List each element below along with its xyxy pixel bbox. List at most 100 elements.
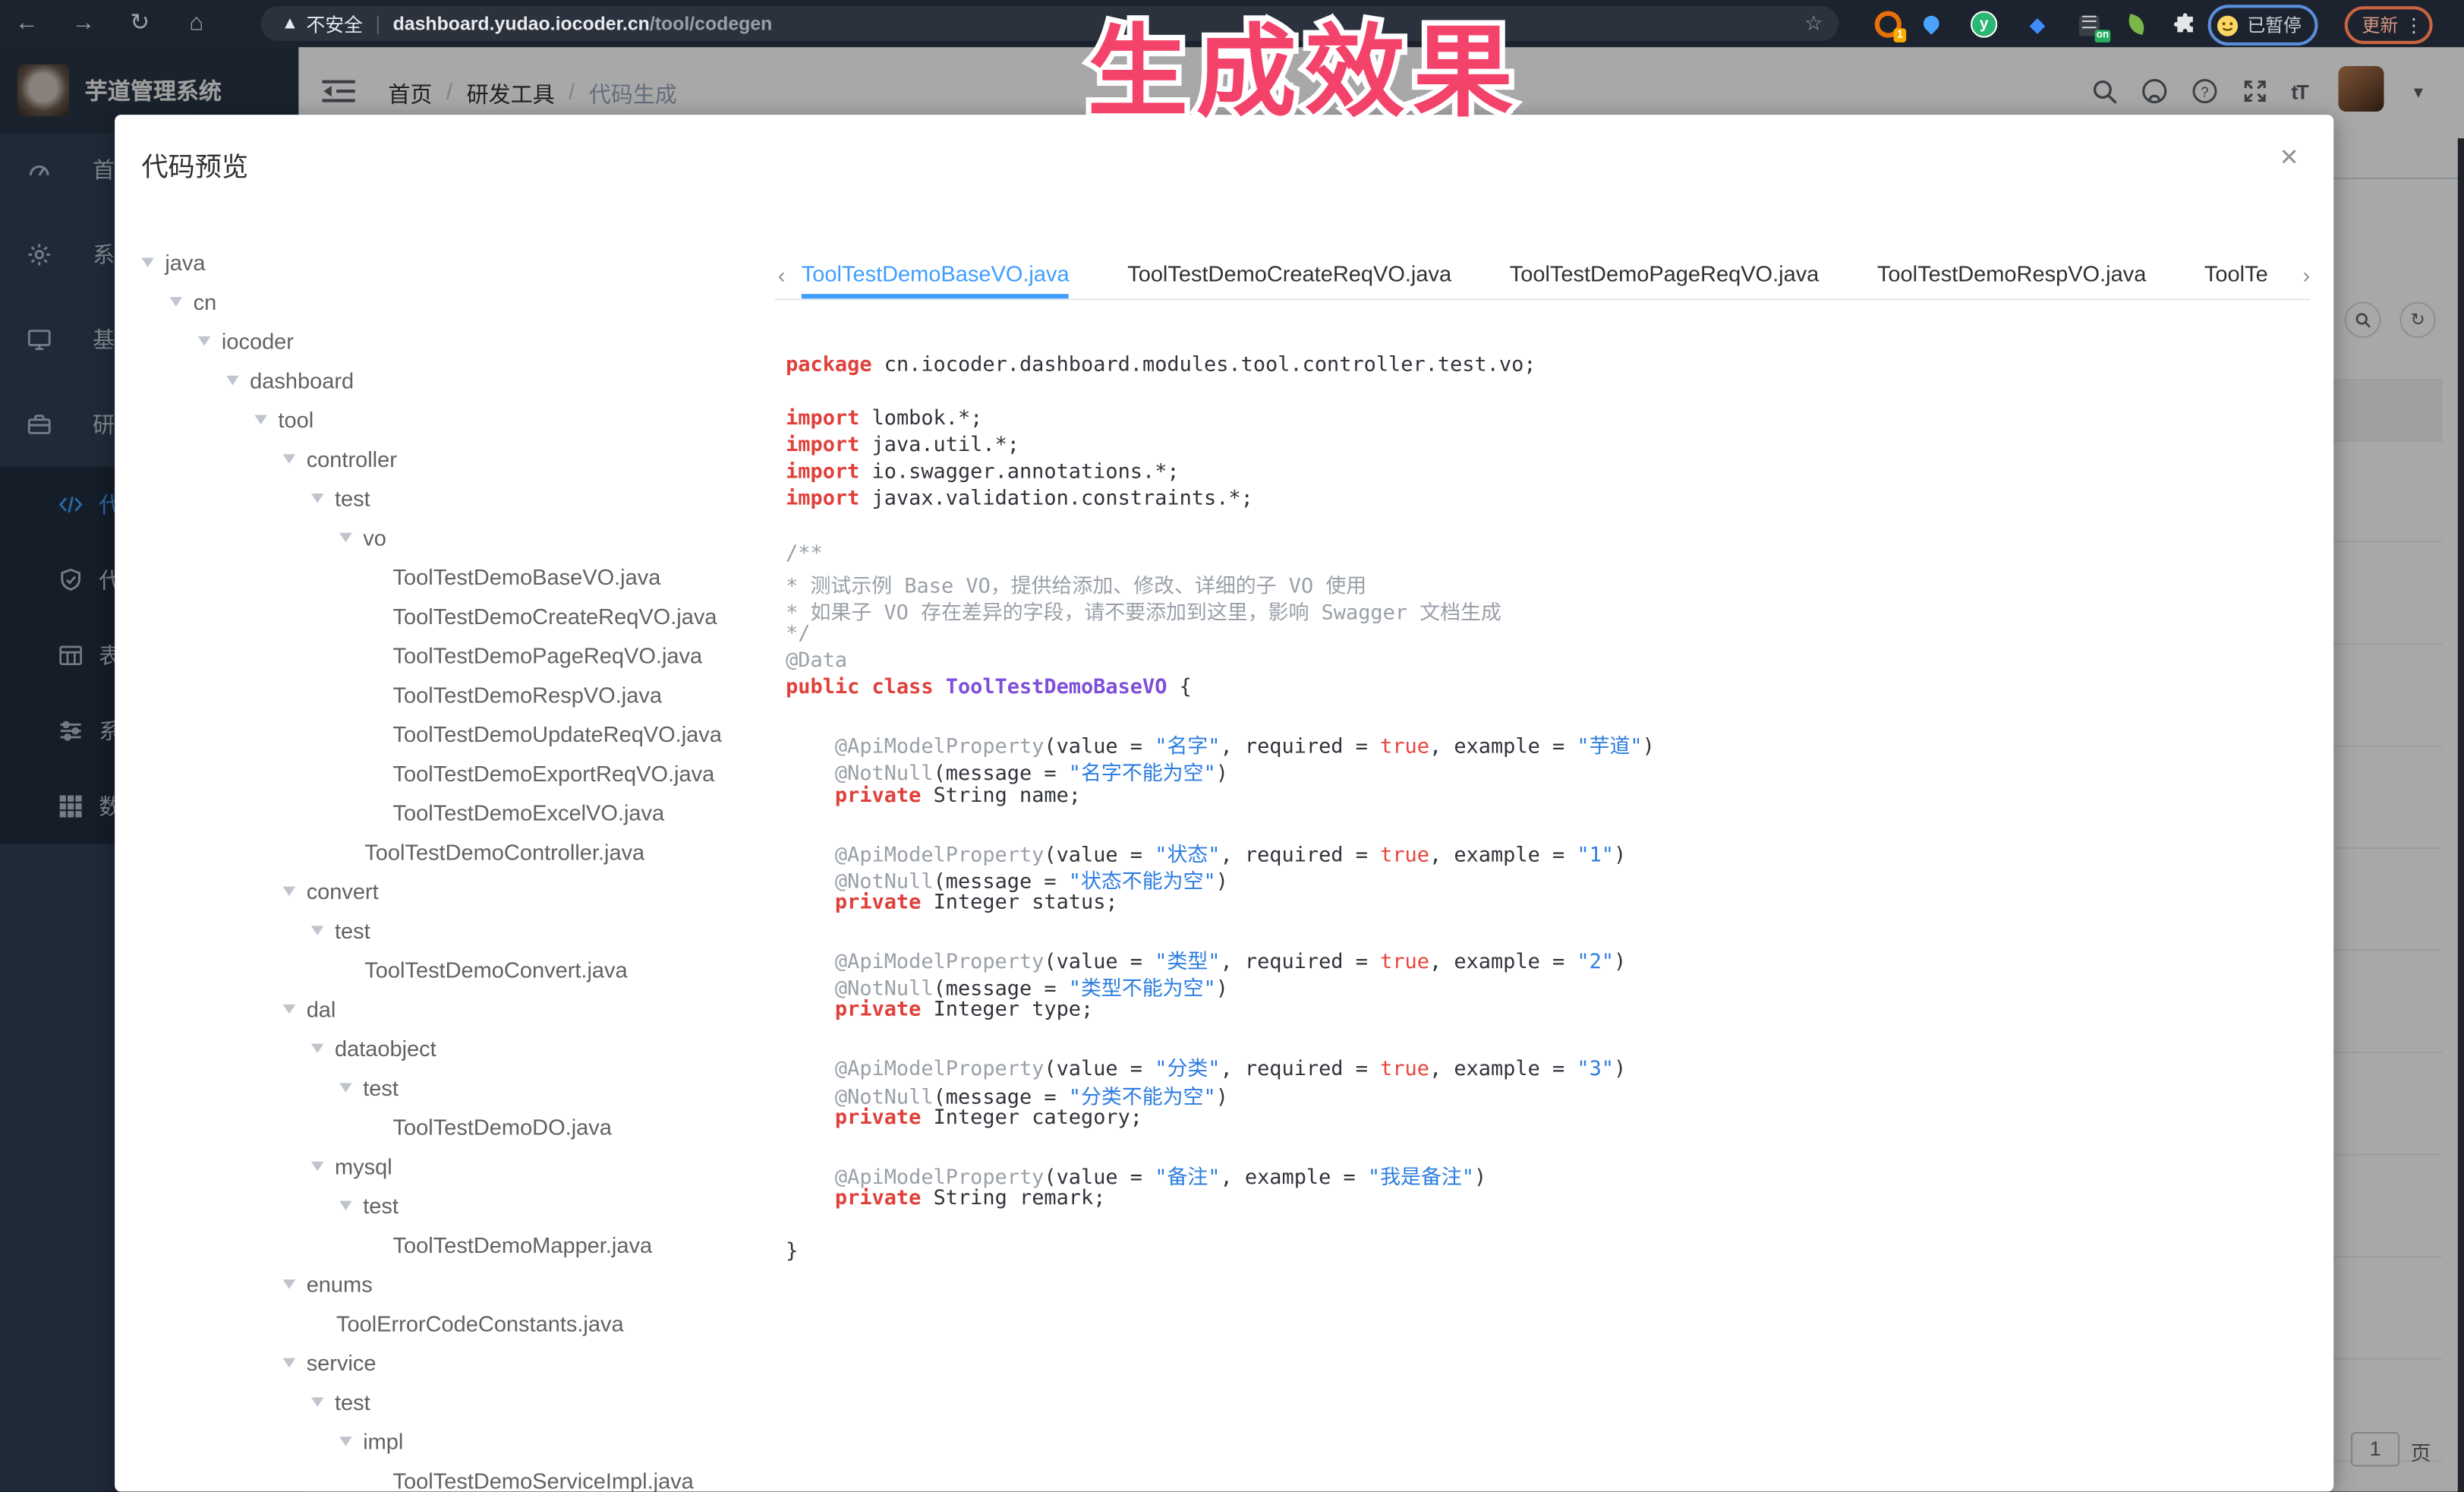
caret-down-icon[interactable] — [141, 257, 154, 266]
back-icon[interactable]: ← — [9, 0, 44, 47]
tree-node[interactable]: ToolTestDemoServiceImpl.java — [141, 1460, 762, 1491]
tree-node[interactable]: ToolTestDemoCreateReqVO.java — [141, 596, 762, 636]
tree-node[interactable]: test — [141, 910, 762, 950]
browser-profile-chip[interactable]: 已暂停 — [2208, 5, 2317, 46]
caret-down-icon[interactable] — [254, 414, 267, 423]
reload-icon[interactable]: ↻ — [122, 0, 157, 47]
tree-node[interactable]: service — [141, 1342, 762, 1382]
tree-node-label: test — [335, 1389, 370, 1414]
tree-node[interactable]: java — [141, 242, 762, 282]
update-label: 更新 — [2362, 13, 2399, 38]
tree-node[interactable]: dashboard — [141, 360, 762, 399]
tree-node-label: ToolTestDemoServiceImpl.java — [393, 1468, 694, 1492]
tree-node-label: cn — [194, 289, 217, 314]
profile-status: 已暂停 — [2247, 13, 2301, 38]
caret-down-icon[interactable] — [198, 336, 211, 345]
caret-down-icon[interactable] — [283, 453, 296, 462]
caret-down-icon[interactable] — [170, 296, 183, 305]
tree-node[interactable]: iocoder — [141, 320, 762, 360]
caret-down-icon[interactable] — [283, 1358, 296, 1367]
tree-node-label: service — [307, 1349, 377, 1374]
tree-node[interactable]: dataobject — [141, 1028, 762, 1068]
caret-down-icon[interactable] — [339, 532, 352, 541]
file-tab[interactable]: ToolTestDemoBaseVO.java — [802, 251, 1070, 298]
extension-leaf-icon[interactable] — [2123, 11, 2150, 37]
tree-node[interactable]: ToolTestDemoExcelVO.java — [141, 792, 762, 831]
security-label[interactable]: 不安全 — [306, 10, 363, 36]
tree-node[interactable]: test — [141, 1185, 762, 1225]
caret-down-icon[interactable] — [339, 1082, 352, 1091]
code-line — [786, 380, 2324, 407]
extension-diamond-icon[interactable]: ◆ — [2024, 11, 2050, 37]
tree-node-label: ToolTestDemoUpdateReqVO.java — [393, 721, 722, 746]
code-line: * 测试示例 Base VO，提供给添加、修改、详细的子 VO 使用 — [786, 569, 2324, 595]
tree-node[interactable]: ToolTestDemoUpdateReqVO.java — [141, 714, 762, 753]
caret-down-icon[interactable] — [283, 1279, 296, 1288]
extension-on-icon[interactable]: on — [2079, 11, 2106, 37]
tree-node[interactable]: ToolTestDemoController.java — [141, 831, 762, 871]
code-line: /** — [786, 542, 2324, 569]
tree-node[interactable]: tool — [141, 399, 762, 439]
caret-down-icon[interactable] — [311, 925, 324, 934]
tree-node[interactable]: mysql — [141, 1146, 762, 1185]
tree-node[interactable]: dal — [141, 989, 762, 1028]
tree-node[interactable]: impl — [141, 1421, 762, 1460]
tabs-scroll-right-icon[interactable]: › — [2303, 263, 2311, 288]
code-line: @ApiModelProperty(value = "类型", required… — [786, 945, 2324, 971]
tree-node[interactable]: test — [141, 1382, 762, 1421]
tree-node-label: test — [363, 1192, 399, 1217]
tree-node[interactable]: ToolTestDemoBaseVO.java — [141, 557, 762, 596]
tree-node[interactable]: vo — [141, 517, 762, 557]
screen: ← → ↻ ⌂ ▲ 不安全 | dashboard.yudao.iocoder.… — [0, 0, 2464, 1492]
code-line: @Data — [786, 649, 2324, 676]
forward-icon[interactable]: → — [66, 0, 101, 47]
kebab-menu-icon[interactable]: ⋮ — [2404, 14, 2423, 36]
code-line: * 如果子 VO 存在差异的字段，请不要添加到这里，影响 Swagger 文档生… — [786, 595, 2324, 622]
bookmark-star-icon[interactable]: ☆ — [1804, 11, 1823, 36]
emoji-face-icon — [2216, 14, 2239, 37]
file-tab[interactable]: ToolTestDemoCreateReqVO.java — [1127, 251, 1451, 298]
tree-node-label: ToolTestDemoConvert.java — [364, 957, 627, 982]
close-icon[interactable]: ✕ — [2280, 143, 2299, 171]
code-line: import lombok.*; — [786, 408, 2324, 434]
extension-drop-icon[interactable] — [1919, 11, 1946, 37]
url-path: /tool/codegen — [650, 13, 772, 35]
extensions-puzzle-icon[interactable] — [2172, 11, 2198, 37]
file-tab[interactable]: ToolTestDemoRespVO.java — [1877, 251, 2146, 298]
code-line: private Integer category; — [786, 1106, 2324, 1133]
caret-down-icon[interactable] — [283, 1004, 296, 1013]
tree-node[interactable]: ToolTestDemoMapper.java — [141, 1225, 762, 1264]
caret-down-icon[interactable] — [311, 493, 324, 502]
extension-y-icon[interactable]: y — [1971, 11, 1997, 37]
code-line: @NotNull(message = "类型不能为空") — [786, 972, 2324, 998]
tree-node[interactable]: ToolTestDemoRespVO.java — [141, 674, 762, 714]
caret-down-icon[interactable] — [339, 1200, 352, 1210]
tree-node[interactable]: ToolTestDemoConvert.java — [141, 949, 762, 989]
file-tab[interactable]: ToolTe — [2204, 251, 2268, 298]
tree-node[interactable]: ToolErrorCodeConstants.java — [141, 1303, 762, 1342]
caret-down-icon[interactable] — [283, 886, 296, 895]
caret-down-icon[interactable] — [311, 1043, 324, 1052]
caret-down-icon[interactable] — [339, 1436, 352, 1445]
tabs-scroll-left-icon[interactable]: ‹ — [778, 263, 786, 288]
tree-node-label: impl — [363, 1428, 403, 1453]
caret-down-icon[interactable] — [311, 1396, 324, 1405]
tree-node[interactable]: controller — [141, 439, 762, 478]
extension-orange-icon[interactable]: 1 — [1875, 11, 1902, 37]
tree-node[interactable]: ToolTestDemoPageReqVO.java — [141, 635, 762, 674]
caret-down-icon[interactable] — [311, 1161, 324, 1170]
tree-node[interactable]: cn — [141, 282, 762, 321]
tree-node[interactable]: test — [141, 478, 762, 517]
tree-node[interactable]: enums — [141, 1263, 762, 1303]
tree-node[interactable]: ToolTestDemoExportReqVO.java — [141, 753, 762, 793]
tree-node-label: test — [335, 485, 370, 510]
tree-node[interactable]: convert — [141, 871, 762, 910]
tree-node-label: ToolTestDemoRespVO.java — [393, 681, 662, 706]
file-tab[interactable]: ToolTestDemoPageReqVO.java — [1510, 251, 1820, 298]
caret-down-icon[interactable] — [226, 375, 239, 384]
tree-node[interactable]: test — [141, 1068, 762, 1107]
home-icon[interactable]: ⌂ — [179, 0, 214, 47]
tree-node[interactable]: ToolTestDemoDO.java — [141, 1106, 762, 1146]
browser-update-button[interactable]: 更新 ⋮ — [2345, 6, 2433, 44]
code-viewer[interactable]: package cn.iocoder.dashboard.modules.too… — [786, 354, 2324, 1492]
